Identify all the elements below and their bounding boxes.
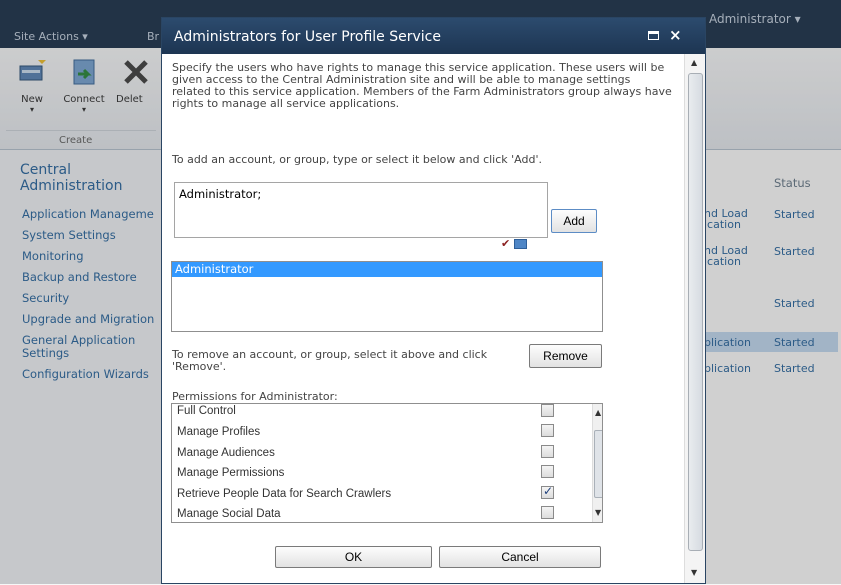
dialog-scrollbar[interactable]: ▲ ▼ xyxy=(684,54,705,583)
check-names-icon[interactable]: ✔ xyxy=(501,237,510,250)
list-item-selected[interactable]: Administrator xyxy=(172,262,602,277)
permission-full-control-label: Full Control xyxy=(177,405,236,417)
maximize-icon[interactable] xyxy=(648,31,659,40)
remove-button[interactable]: Remove xyxy=(529,344,602,368)
permission-manage-social-data-checkbox[interactable] xyxy=(541,506,554,519)
dialog-content: Specify the users who have rights to man… xyxy=(162,54,683,585)
administrators-list[interactable]: Administrator xyxy=(171,261,603,332)
ok-button[interactable]: OK xyxy=(275,546,432,568)
permission-manage-permissions-checkbox[interactable] xyxy=(541,465,554,478)
dialog-scroll-thumb[interactable] xyxy=(688,73,703,551)
dialog-scroll-up-icon[interactable]: ▲ xyxy=(691,58,697,67)
permissions-scrollbar[interactable]: ▲ ▼ xyxy=(592,404,602,522)
cancel-button[interactable]: Cancel xyxy=(439,546,601,568)
browse-directory-icon[interactable] xyxy=(513,239,527,249)
dialog-scroll-down-icon[interactable]: ▼ xyxy=(691,568,697,577)
permission-full-control-checkbox[interactable] xyxy=(541,404,554,417)
people-picker-input[interactable]: Administrator; xyxy=(174,182,548,238)
add-instruction: To add an account, or group, type or sel… xyxy=(172,153,542,166)
permission-manage-audiences-label: Manage Audiences xyxy=(177,447,275,459)
permission-manage-profiles-checkbox[interactable] xyxy=(541,424,554,437)
add-button[interactable]: Add xyxy=(551,209,597,233)
intro-text: Specify the users who have rights to man… xyxy=(172,61,672,110)
remove-instruction: To remove an account, or group, select i… xyxy=(172,348,488,373)
permission-retrieve-people-data-label: Retrieve People Data for Search Crawlers xyxy=(177,488,392,500)
permission-retrieve-people-data-checkbox[interactable] xyxy=(541,484,554,499)
permission-manage-audiences-checkbox[interactable] xyxy=(541,445,554,458)
scroll-down-icon[interactable]: ▼ xyxy=(595,508,601,517)
close-icon[interactable]: × xyxy=(669,26,682,44)
picker-icons: ✔ xyxy=(501,237,527,250)
dialog-title: Administrators for User Profile Service xyxy=(174,29,441,45)
scroll-up-icon[interactable]: ▲ xyxy=(595,408,601,417)
permissions-label: Permissions for Administrator: xyxy=(172,390,338,403)
administrators-dialog: Administrators for User Profile Service … xyxy=(161,17,706,584)
permissions-scroll-thumb[interactable] xyxy=(594,430,602,498)
permissions-list: Full Control Manage Profiles Manage Audi… xyxy=(171,403,603,523)
permission-manage-permissions-label: Manage Permissions xyxy=(177,467,285,479)
dialog-title-bar: Administrators for User Profile Service … xyxy=(162,18,705,54)
permission-manage-social-data-label: Manage Social Data xyxy=(177,508,281,520)
permission-manage-profiles-label: Manage Profiles xyxy=(177,426,261,438)
